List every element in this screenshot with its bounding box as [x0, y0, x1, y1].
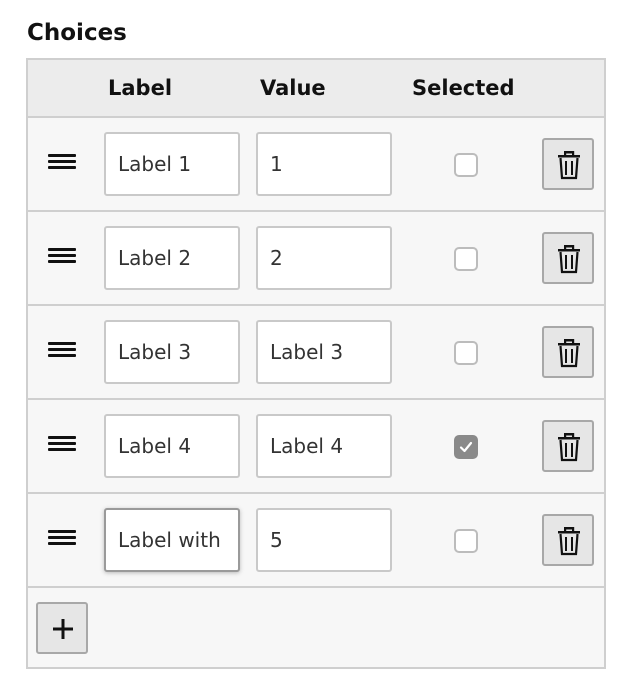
trash-icon	[558, 339, 580, 368]
trash-icon	[558, 433, 580, 462]
choice-value-input[interactable]	[256, 508, 392, 572]
choice-row-2	[28, 212, 604, 306]
choice-row-5	[28, 494, 604, 588]
choice-selected-checkbox[interactable]	[454, 247, 478, 271]
choice-value-input[interactable]	[256, 414, 392, 478]
trash-icon	[558, 527, 580, 556]
choice-selected-checkbox[interactable]	[454, 435, 478, 459]
section-title: Choices	[27, 20, 127, 46]
choice-value-input[interactable]	[256, 132, 392, 196]
add-choice-button[interactable]	[36, 602, 88, 654]
column-header-label: Label	[108, 76, 173, 100]
choice-label-input[interactable]	[104, 226, 240, 290]
delete-choice-button[interactable]	[542, 514, 594, 566]
choices-table: Label Value Selected	[26, 58, 606, 669]
choice-value-input[interactable]	[256, 320, 392, 384]
drag-handle-icon[interactable]	[48, 248, 78, 268]
choice-row-3	[28, 306, 604, 400]
drag-handle-icon[interactable]	[48, 436, 78, 456]
choice-selected-checkbox[interactable]	[454, 153, 478, 177]
choice-label-input[interactable]	[104, 132, 240, 196]
choice-row-4	[28, 400, 604, 494]
plus-icon	[53, 619, 73, 639]
choice-label-input[interactable]	[104, 414, 240, 478]
checkmark-icon	[459, 441, 473, 453]
choice-selected-checkbox[interactable]	[454, 529, 478, 553]
delete-choice-button[interactable]	[542, 420, 594, 472]
delete-choice-button[interactable]	[542, 232, 594, 284]
choice-selected-checkbox[interactable]	[454, 341, 478, 365]
table-header: Label Value Selected	[28, 60, 604, 118]
trash-icon	[558, 151, 580, 180]
delete-choice-button[interactable]	[542, 326, 594, 378]
choice-value-input[interactable]	[256, 226, 392, 290]
delete-choice-button[interactable]	[542, 138, 594, 190]
drag-handle-icon[interactable]	[48, 342, 78, 362]
choice-row-1	[28, 118, 604, 212]
column-header-value: Value	[260, 76, 326, 100]
drag-handle-icon[interactable]	[48, 154, 78, 174]
choice-label-input[interactable]	[104, 508, 240, 572]
choice-label-input[interactable]	[104, 320, 240, 384]
trash-icon	[558, 245, 580, 274]
drag-handle-icon[interactable]	[48, 530, 78, 550]
column-header-selected: Selected	[412, 76, 515, 100]
